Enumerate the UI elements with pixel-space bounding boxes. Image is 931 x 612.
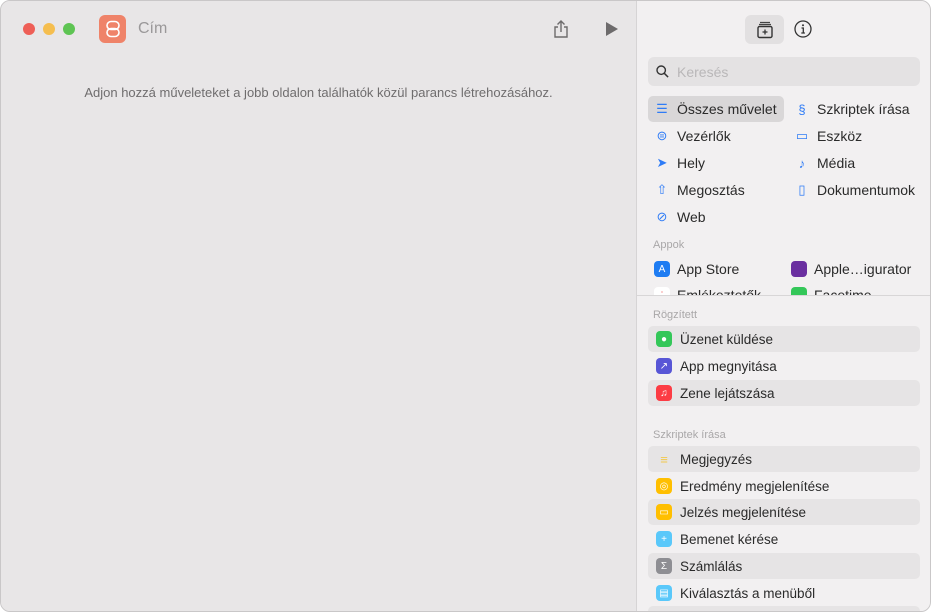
category-sharing[interactable]: ⇧ Megosztás	[648, 177, 745, 203]
info-icon[interactable]	[793, 19, 813, 39]
app-item[interactable]: A App Store	[654, 256, 739, 282]
music-note-icon: ♪	[798, 155, 806, 171]
minimize-button[interactable]	[43, 23, 55, 35]
action-show-result[interactable]: ◎ Eredmény megjelenítése	[648, 473, 920, 499]
category-all-actions[interactable]: ☰ Összes művelet	[648, 96, 784, 122]
arrow-up-right-icon: ↗	[656, 358, 672, 374]
share-icon[interactable]	[551, 18, 571, 40]
category-location[interactable]: ➤ Hely	[648, 150, 705, 176]
apps-section-label: Appok	[653, 239, 685, 251]
run-icon[interactable]	[604, 20, 620, 38]
category-web[interactable]: ⊘ Web	[648, 204, 706, 230]
action-ask-input[interactable]: + Bemenet kérése	[648, 526, 920, 552]
menu-icon: ▤	[656, 585, 672, 601]
action-open-app[interactable]: ↗ App megnyitása	[648, 353, 920, 379]
empty-hint: Adjon hozzá műveleteket a jobb oldalon t…	[84, 85, 553, 100]
action-choose-from-menu[interactable]: ▤ Kiválasztás a menüből	[648, 580, 920, 606]
action-show-alert[interactable]: ▭ Jelzés megjelenítése	[648, 499, 920, 525]
actions-sidebar: Keresés ☰ Összes művelet § Szkriptek írása…	[636, 1, 930, 611]
action-library-icon[interactable]	[745, 15, 784, 44]
search-placeholder: Keresés	[677, 64, 729, 80]
location-icon: ➤	[656, 155, 668, 170]
action-comment[interactable]: ≡ Megjegyzés	[648, 446, 920, 472]
category-documents[interactable]: ▯ Dokumentumok	[790, 177, 915, 203]
category-scripting[interactable]: § Szkriptek írása	[790, 96, 909, 122]
scripting-section-label: Szkriptek írása	[653, 429, 726, 441]
configurator-icon	[791, 261, 807, 277]
sigma-icon: Σ	[656, 558, 672, 574]
category-controls[interactable]: ⊜ Vezérlők	[648, 123, 731, 149]
shortcut-title[interactable]: Cím	[138, 20, 167, 38]
compass-icon: ⊘	[656, 209, 668, 224]
document-icon: ▯	[798, 182, 806, 197]
list-icon: ☰	[656, 101, 668, 116]
toggle-icon: ⊜	[656, 128, 668, 143]
reminders-icon: ⋮	[654, 287, 670, 295]
action-play-music[interactable]: ♫ Zene lejátszása	[648, 380, 920, 406]
app-store-icon: A	[654, 261, 670, 277]
shortcut-icon[interactable]	[99, 15, 126, 43]
action-count[interactable]: Σ Számlálás	[648, 553, 920, 579]
search-input[interactable]: Keresés	[648, 57, 920, 86]
editor-pane: Cím Adjon hozzá műveleteket a jobb oldal…	[1, 1, 636, 611]
alert-window-icon: ▭	[656, 504, 672, 520]
message-icon: ●	[656, 331, 672, 347]
search-icon	[656, 65, 669, 78]
share-icon: ⇧	[656, 182, 668, 197]
zoom-button[interactable]	[63, 23, 75, 35]
category-device[interactable]: ▭ Eszköz	[790, 123, 862, 149]
divider	[637, 295, 930, 296]
comment-lines-icon: ≡	[660, 451, 668, 467]
app-item[interactable]: Facetime	[791, 282, 872, 295]
action-row-partial[interactable]	[648, 606, 920, 611]
shortcuts-window: Cím Adjon hozzá műveleteket a jobb oldal…	[0, 0, 931, 612]
music-icon: ♫	[656, 385, 672, 401]
apps-list[interactable]: A App Store Apple…igurator ⋮ Emlékeztetők …	[637, 256, 930, 295]
facetime-icon	[791, 287, 807, 295]
close-button[interactable]	[23, 23, 35, 35]
input-bubble-icon: +	[656, 531, 672, 547]
display-icon: ▭	[795, 128, 809, 143]
action-send-message[interactable]: ● Üzenet küldése	[648, 326, 920, 352]
category-media[interactable]: ♪ Média	[790, 150, 855, 176]
app-item[interactable]: ⋮ Emlékeztetők	[654, 282, 761, 295]
pinned-section-label: Rögzített	[653, 309, 698, 321]
result-icon: ◎	[656, 478, 672, 494]
script-icon: §	[798, 101, 806, 117]
app-item[interactable]: Apple…igurator	[791, 256, 911, 282]
